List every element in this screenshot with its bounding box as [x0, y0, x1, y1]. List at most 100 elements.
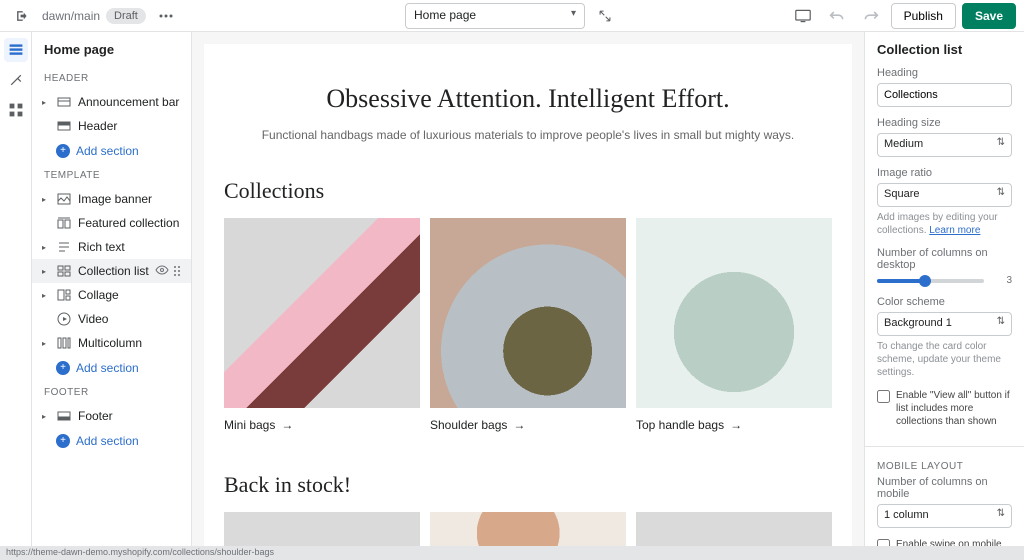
add-section-footer[interactable]: + Add section: [32, 428, 191, 454]
sidebar-item-header[interactable]: Header: [32, 114, 191, 138]
drag-handle-icon[interactable]: [173, 265, 181, 277]
color-scheme-label: Color scheme: [877, 296, 1012, 308]
backstock-heading: Back in stock!: [224, 472, 832, 498]
chevron-right-icon: ▸: [42, 195, 50, 204]
redo-icon[interactable]: [857, 2, 885, 30]
swipe-checkbox[interactable]: [877, 539, 890, 546]
add-section-template[interactable]: + Add section: [32, 355, 191, 381]
collection-card[interactable]: Shoulder bags→: [430, 218, 626, 432]
topbar: dawn/main Draft Home page Publi: [0, 0, 1024, 32]
columns-icon: [56, 336, 72, 350]
sidebar-group-template: TEMPLATE: [32, 164, 191, 187]
viewall-checkbox-row[interactable]: Enable "View all" button if list include…: [877, 389, 1012, 428]
swipe-checkbox-row[interactable]: Enable swipe on mobile: [877, 538, 1012, 546]
product-card[interactable]: [636, 512, 832, 546]
sidebar-item-video[interactable]: Video: [32, 307, 191, 331]
more-icon[interactable]: [152, 2, 180, 30]
rail-theme-settings-icon[interactable]: [4, 68, 28, 92]
collection-card[interactable]: Top handle bags→: [636, 218, 832, 432]
footer-icon: [56, 409, 72, 423]
arrow-right-icon: →: [513, 418, 525, 432]
sidebar-item-image-banner[interactable]: ▸ Image banner: [32, 187, 191, 211]
chevron-right-icon: ▸: [42, 291, 50, 300]
rail-sections-icon[interactable]: [4, 38, 28, 62]
sidebar-item-footer[interactable]: ▸ Footer: [32, 404, 191, 428]
swipe-label: Enable swipe on mobile: [896, 538, 1002, 546]
collections-grid: Mini bags→ Shoulder bags→ Top handle bag…: [224, 218, 832, 432]
cols-desktop-slider[interactable]: [877, 279, 984, 283]
image-ratio-help: Add images by editing your collections. …: [877, 211, 1012, 237]
collections-heading: Collections: [224, 178, 832, 204]
sidebar-item-collage[interactable]: ▸ Collage: [32, 283, 191, 307]
collection-image: [636, 218, 832, 408]
mobile-layout-heading: MOBILE LAYOUT: [865, 455, 1024, 476]
chevron-right-icon: ▸: [42, 412, 50, 421]
exit-icon[interactable]: [8, 2, 36, 30]
video-icon: [56, 312, 72, 326]
publish-button[interactable]: Publish: [891, 3, 956, 29]
sidebar-group-header: HEADER: [32, 67, 191, 90]
plus-icon: +: [56, 144, 70, 158]
learn-more-link[interactable]: Learn more: [929, 225, 980, 236]
icon-rail: [0, 32, 32, 546]
add-section-header[interactable]: + Add section: [32, 138, 191, 164]
sidebar-item-label: Multicolumn: [78, 336, 142, 350]
sidebar-item-multicolumn[interactable]: ▸ Multicolumn: [32, 331, 191, 355]
theme-name: dawn/main: [42, 9, 100, 23]
rail-apps-icon[interactable]: [4, 98, 28, 122]
hero-title: Obsessive Attention. Intelligent Effort.: [224, 84, 832, 114]
preview-canvas: Obsessive Attention. Intelligent Effort.…: [204, 44, 852, 546]
sidebar-item-label: Video: [78, 312, 108, 326]
image-ratio-label: Image ratio: [877, 167, 1012, 179]
plus-icon: +: [56, 434, 70, 448]
chevron-right-icon: ▸: [42, 339, 50, 348]
product-card[interactable]: [224, 512, 420, 546]
inspector-toggle-icon[interactable]: [591, 2, 619, 30]
save-button[interactable]: Save: [962, 3, 1016, 29]
color-scheme-select[interactable]: Background 1: [877, 312, 1012, 336]
collection-card[interactable]: Mini bags→: [224, 218, 420, 432]
sidebar-item-label: Footer: [78, 409, 113, 423]
text-icon: [56, 240, 72, 254]
heading-size-label: Heading size: [877, 117, 1012, 129]
page-selector-value: Home page: [414, 8, 476, 22]
cols-mobile-select[interactable]: 1 column: [877, 504, 1012, 528]
sidebar-item-collection-list[interactable]: ▸ Collection list: [32, 259, 191, 283]
undo-icon[interactable]: [823, 2, 851, 30]
hero-subtitle: Functional handbags made of luxurious ma…: [224, 128, 832, 142]
viewport-desktop-icon[interactable]: [789, 2, 817, 30]
product-card[interactable]: [430, 512, 626, 546]
sidebar-item-label: Header: [78, 119, 117, 133]
heading-size-select[interactable]: Medium: [877, 133, 1012, 157]
collection-image: [224, 218, 420, 408]
status-bar: https://theme-dawn-demo.myshopify.com/co…: [0, 546, 1024, 560]
viewall-checkbox[interactable]: [877, 390, 890, 403]
sidebar-item-label: Featured collection: [78, 216, 179, 230]
cols-desktop-label: Number of columns on desktop: [877, 247, 1012, 271]
announcement-icon: [56, 95, 72, 109]
sidebar-item-announcement-bar[interactable]: ▸ Announcement bar: [32, 90, 191, 114]
sidebar-item-featured-collection[interactable]: Featured collection: [32, 211, 191, 235]
header-icon: [56, 119, 72, 133]
chevron-right-icon: ▸: [42, 267, 50, 276]
page-selector[interactable]: Home page: [405, 3, 585, 29]
sidebar-item-rich-text[interactable]: ▸ Rich text: [32, 235, 191, 259]
arrow-right-icon: →: [730, 418, 742, 432]
color-scheme-help: To change the card color scheme, update …: [877, 340, 1012, 379]
collection-label: Mini bags: [224, 418, 275, 432]
preview-frame: Obsessive Attention. Intelligent Effort.…: [192, 32, 864, 546]
plus-icon: +: [56, 361, 70, 375]
heading-label: Heading: [877, 67, 1012, 79]
section-sidebar: Home page HEADER ▸ Announcement bar Head…: [32, 32, 192, 546]
heading-input[interactable]: [877, 83, 1012, 107]
sidebar-item-label: Collection list: [78, 264, 149, 278]
sidebar-item-label: Rich text: [78, 240, 125, 254]
cols-mobile-label: Number of columns on mobile: [877, 476, 1012, 500]
theme-status-badge: Draft: [106, 8, 146, 24]
backstock-grid: [224, 512, 832, 546]
cols-desktop-value: 3: [990, 275, 1012, 286]
image-ratio-select[interactable]: Square: [877, 183, 1012, 207]
eye-icon[interactable]: [155, 265, 169, 277]
collection-image: [430, 218, 626, 408]
chevron-right-icon: ▸: [42, 98, 50, 107]
